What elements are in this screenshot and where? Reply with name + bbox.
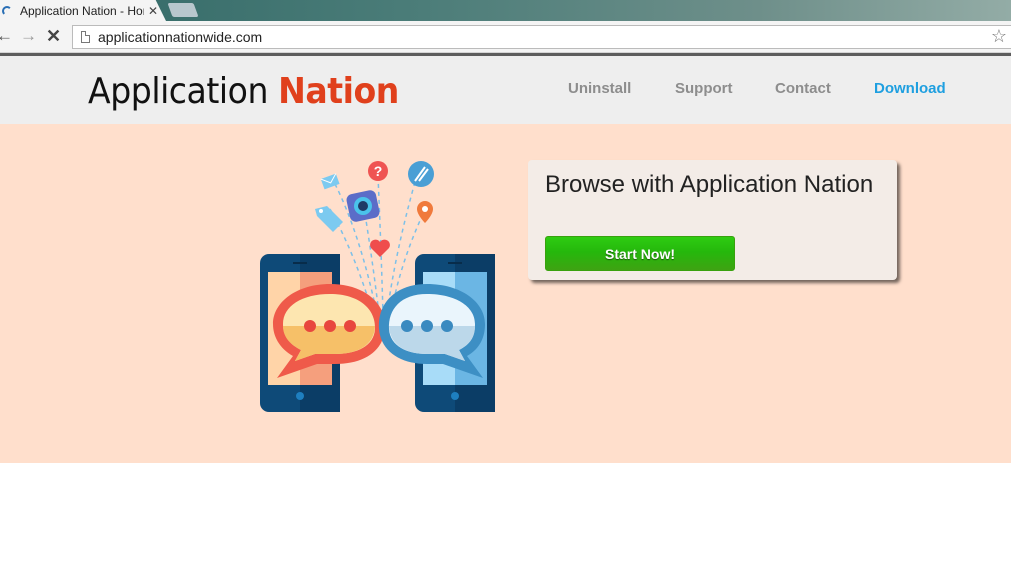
camera-icon — [346, 190, 380, 222]
nav-uninstall[interactable]: Uninstall — [568, 80, 631, 97]
logo-accent: Nation — [278, 71, 399, 112]
browser-tab[interactable]: Application Nation - Home ✕ — [0, 0, 166, 21]
back-arrow-icon[interactable]: ← — [0, 27, 13, 45]
svg-text:?: ? — [374, 163, 383, 179]
cta-card: Browse with Application Nation Start Now… — [528, 160, 897, 280]
nav-support[interactable]: Support — [675, 80, 733, 97]
forward-arrow-icon[interactable]: → — [20, 27, 37, 45]
start-now-button[interactable]: Start Now! — [545, 236, 735, 271]
url-text[interactable]: applicationnationwide.com — [98, 29, 262, 45]
utensils-icon — [408, 161, 434, 187]
chat-phones-illustration: ? — [260, 161, 495, 412]
logo-primary: Application — [88, 71, 269, 112]
address-bar[interactable]: applicationnationwide.com ☆ — [72, 25, 1011, 49]
price-tag-icon — [315, 206, 343, 232]
site-logo[interactable]: Application Nation — [88, 71, 399, 112]
nav-contact[interactable]: Contact — [775, 80, 831, 97]
tab-close-icon[interactable]: ✕ — [148, 4, 158, 18]
heart-icon — [370, 239, 390, 257]
loading-spinner-icon — [2, 5, 12, 16]
page-icon — [81, 31, 90, 43]
question-icon: ? — [368, 161, 388, 181]
left-chat-bubble-icon — [273, 284, 386, 378]
location-pin-icon — [417, 201, 433, 223]
browser-toolbar: ← → ✕ applicationnationwide.com ☆ — [0, 21, 1011, 53]
browser-titlebar: Application Nation - Home ✕ — [0, 0, 1011, 21]
site-header: Application Nation Uninstall Support Con… — [0, 56, 1011, 124]
hero-section: ? Browse with Application Nation Start N… — [0, 124, 1011, 463]
new-tab-button[interactable] — [167, 3, 199, 17]
tab-title: Application Nation - Home — [20, 3, 144, 18]
stop-loading-icon[interactable]: ✕ — [46, 27, 61, 45]
cta-title: Browse with Application Nation — [545, 171, 874, 198]
right-chat-bubble-icon — [378, 284, 485, 378]
nav-download[interactable]: Download — [874, 80, 946, 97]
bookmark-star-icon[interactable]: ☆ — [991, 26, 1007, 47]
